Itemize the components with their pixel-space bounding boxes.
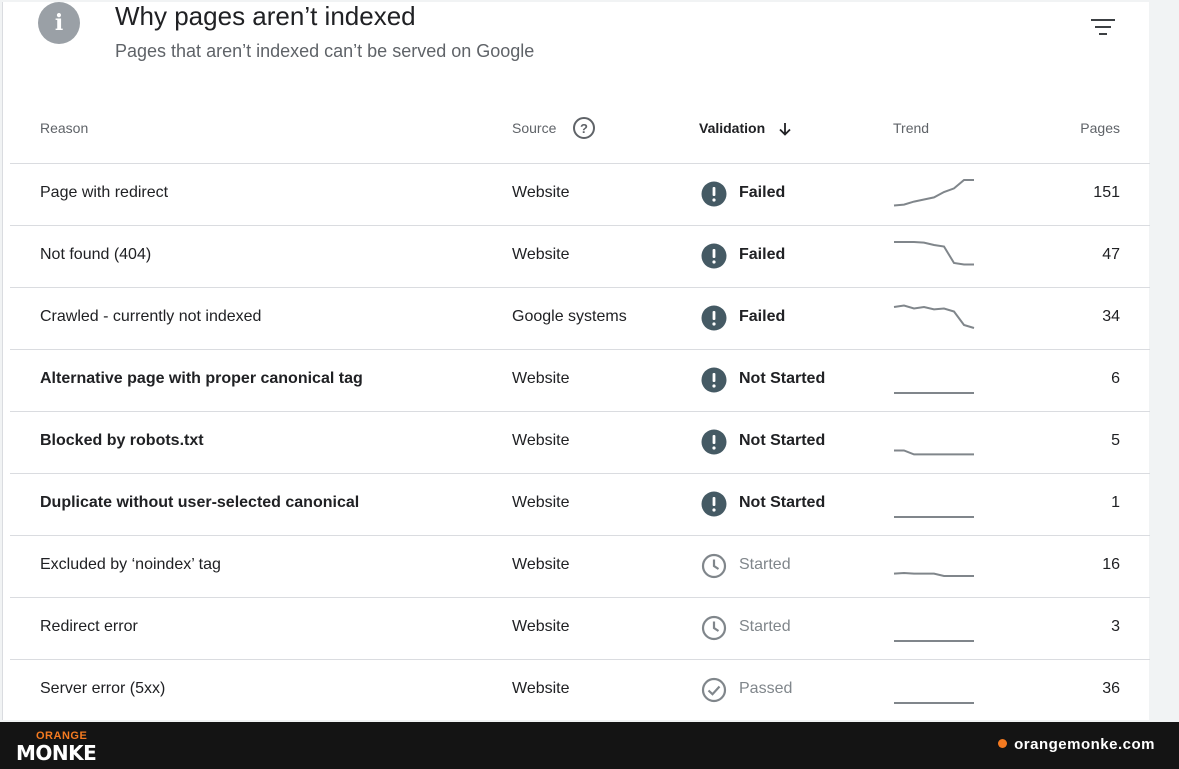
site-url-text: orangemonke.com [1014, 736, 1155, 753]
trend-sparkline [894, 392, 974, 394]
error-icon [701, 305, 727, 331]
info-icon-glyph: i [54, 10, 64, 36]
filter-icon[interactable] [1090, 16, 1116, 38]
pages-count: 36 [1102, 680, 1120, 697]
pages-count: 5 [1111, 432, 1120, 449]
arrow-down-icon[interactable] [777, 121, 793, 137]
error-icon [701, 181, 727, 207]
error-icon [701, 243, 727, 269]
pages-count: 34 [1102, 308, 1120, 325]
report-card: i Why pages aren’t indexed Pages that ar… [2, 1, 1150, 722]
trend-sparkline [894, 516, 974, 518]
column-header-validation[interactable]: Validation [699, 120, 765, 136]
table-row[interactable]: Server error (5xx) Website Passed 36 [10, 660, 1150, 722]
help-icon[interactable]: ? [573, 117, 595, 139]
table-row[interactable]: Blocked by robots.txt Website Not Started 5 [10, 412, 1150, 474]
validation-status: Failed [739, 308, 786, 325]
trend-line [894, 449, 974, 456]
column-header-pages[interactable]: Pages [1080, 120, 1120, 136]
table-header: Reason Source ? Validation Trend Pages [10, 102, 1150, 164]
source-cell: Website [512, 556, 570, 573]
table-row[interactable]: Duplicate without user-selected canonica… [10, 474, 1150, 536]
table-row[interactable]: Page with redirect Website Failed 151 [10, 164, 1150, 226]
trend-line [893, 304, 975, 329]
table-row[interactable]: Alternative page with proper canonical t… [10, 350, 1150, 412]
info-icon: i [38, 2, 80, 44]
trend-sparkline [893, 304, 975, 329]
source-cell: Website [512, 494, 570, 511]
source-cell: Website [512, 184, 570, 201]
reason-cell: Server error (5xx) [40, 680, 166, 697]
column-header-source[interactable]: Source [512, 120, 556, 136]
trend-sparkline [893, 571, 974, 577]
reason-cell: Not found (404) [40, 246, 152, 263]
pages-count: 1 [1111, 494, 1120, 511]
clock-icon [701, 553, 727, 579]
watermark-footer: ORANGE MONKE orangemonke.com [0, 722, 1179, 769]
column-header-reason[interactable]: Reason [40, 120, 88, 136]
reason-cell: Duplicate without user-selected canonica… [40, 494, 360, 511]
reason-cell: Crawled - currently not indexed [40, 308, 262, 325]
trend-sparkline [894, 449, 974, 456]
trend-line [893, 571, 974, 577]
reason-cell: Page with redirect [40, 184, 169, 201]
validation-status: Started [739, 556, 791, 573]
card-subtitle: Pages that aren’t indexed can’t be serve… [115, 41, 535, 61]
reason-cell: Alternative page with proper canonical t… [40, 370, 363, 387]
error-icon [701, 491, 727, 517]
source-cell: Website [512, 246, 570, 263]
card-title: Why pages aren’t indexed [115, 1, 416, 31]
validation-status: Started [739, 618, 791, 635]
card-header: i Why pages aren’t indexed Pages that ar… [3, 1, 1149, 102]
reason-cell: Redirect error [40, 618, 138, 635]
help-icon-glyph: ? [580, 120, 588, 136]
reason-cell: Blocked by robots.txt [40, 432, 204, 449]
pages-count: 6 [1111, 370, 1120, 387]
issues-table: Reason Source ? Validation Trend Pages P… [10, 102, 1150, 722]
trend-sparkline [894, 241, 974, 266]
source-cell: Website [512, 432, 570, 449]
column-header-trend: Trend [893, 120, 930, 136]
validation-status: Passed [739, 680, 793, 697]
error-icon [701, 367, 727, 393]
table-row[interactable]: Excluded by ‘noindex’ tag Website Started 1… [10, 536, 1150, 598]
orange-dot-icon [998, 739, 1008, 748]
site-url: orangemonke.com [998, 736, 1155, 753]
error-icon [701, 429, 727, 455]
validation-status: Not Started [739, 370, 826, 387]
logo-main-text: MONKE [16, 741, 97, 765]
validation-status: Not Started [739, 494, 826, 511]
brand-logo: ORANGE MONKE [16, 730, 97, 765]
trend-sparkline [894, 702, 974, 704]
source-cell: Website [512, 370, 570, 387]
source-cell: Google systems [512, 308, 627, 325]
pages-count: 47 [1102, 246, 1120, 263]
table-row[interactable]: Redirect error Website Started 3 [10, 598, 1150, 660]
trend-line [893, 179, 974, 207]
source-cell: Website [512, 618, 570, 635]
pages-count: 151 [1093, 184, 1120, 201]
trend-sparkline [893, 179, 974, 207]
clock-icon [701, 615, 727, 641]
pages-count: 3 [1111, 618, 1120, 635]
table-row[interactable]: Not found (404) Website Failed 47 [10, 226, 1150, 288]
validation-status: Failed [739, 184, 786, 201]
table-row[interactable]: Crawled - currently not indexed Google sy… [10, 288, 1150, 350]
source-cell: Website [512, 680, 570, 697]
trend-sparkline [894, 640, 974, 642]
validation-status: Failed [739, 246, 786, 263]
page-frame: i Why pages aren’t indexed Pages that ar… [0, 0, 1179, 722]
validation-status: Not Started [739, 432, 826, 449]
table-body: Page with redirect Website Failed 151 Not fo… [10, 164, 1150, 722]
reason-cell: Excluded by ‘noindex’ tag [40, 556, 221, 573]
trend-line [894, 241, 974, 266]
check-circle-icon [701, 677, 727, 703]
pages-count: 16 [1102, 556, 1120, 573]
